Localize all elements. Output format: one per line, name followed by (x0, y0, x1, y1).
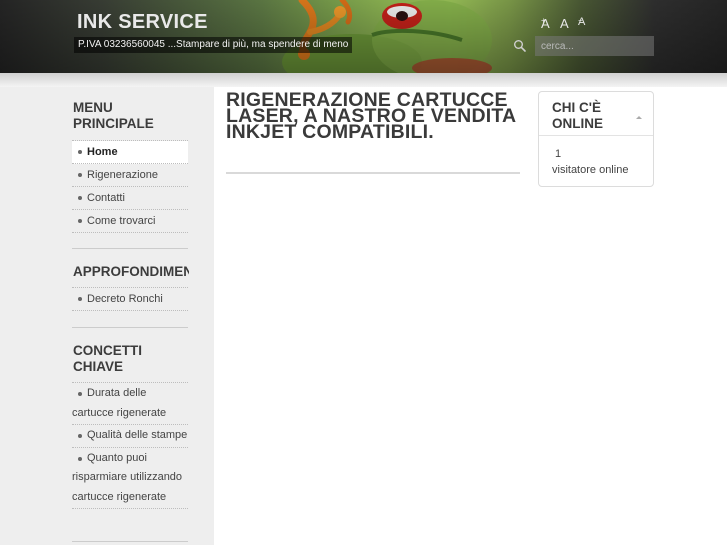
main-menu: Home Rigenerazione Contatti Come trovarc… (72, 140, 188, 233)
bullet-icon (78, 196, 82, 200)
font-increase-mark: + (541, 16, 546, 25)
module-divider (72, 248, 188, 249)
menu-item-contatti[interactable]: Contatti (72, 187, 188, 210)
menu-item-come-trovarci[interactable]: Come trovarci (72, 210, 188, 233)
bullet-icon (78, 297, 82, 301)
menu-item-label: Quanto puoi risparmiare utilizzando cart… (72, 451, 183, 503)
menu-item-label: Rigenerazione (87, 169, 158, 181)
site-header: INK SERVICE P.IVA 03236560045 ...Stampar… (0, 0, 727, 73)
menu-item-label: Home (87, 146, 118, 158)
menu-item-rigenerazione[interactable]: Rigenerazione (72, 164, 188, 187)
collapse-arrow-icon[interactable] (636, 116, 642, 119)
approfondimenti-menu: Decreto Ronchi (72, 287, 188, 311)
bullet-icon (78, 173, 82, 177)
main-menu-title: MENU PRINCIPALE (73, 100, 154, 131)
online-visitor-label: visitatore online (552, 164, 629, 176)
concetti-chiave-menu: Durata delle cartucce rigenerate Qualità… (72, 382, 188, 509)
concetti-chiave-title: CONCETTI CHIAVE (73, 343, 142, 374)
bullet-icon (78, 456, 82, 461)
approfondimenti-title: APPROFONDIMENTI (73, 264, 189, 279)
menu-item-label: Come trovarci (87, 215, 156, 227)
font-reset-button[interactable]: A (560, 16, 569, 31)
header-bottom-strip (0, 73, 727, 87)
bullet-icon (78, 150, 82, 154)
search-icon[interactable] (513, 39, 527, 53)
menu-item-label: Durata delle cartucce rigenerate (72, 387, 167, 419)
page-title: RIGENERAZIONE CARTUCCE LASER, A NASTRO E… (226, 89, 516, 143)
search-input[interactable] (535, 36, 654, 56)
bullet-icon (78, 434, 82, 438)
font-decrease-mark: − (578, 16, 583, 25)
whos-online-title: CHI C'È ONLINE (552, 100, 604, 131)
menu-item-decreto-ronchi[interactable]: Decreto Ronchi (72, 288, 188, 311)
module-divider (72, 327, 188, 328)
module-divider (72, 541, 188, 542)
bullet-icon (78, 392, 82, 396)
menu-item-label: Qualità delle stampe (87, 429, 188, 441)
menu-item-risparmio[interactable]: Quanto puoi risparmiare utilizzando cart… (72, 448, 188, 509)
whos-online-module: CHI C'È ONLINE 1 visitatore online (538, 91, 654, 187)
module-divider (539, 135, 653, 136)
menu-item-durata[interactable]: Durata delle cartucce rigenerate (72, 383, 188, 425)
site-slogan: P.IVA 03236560045 ...Stampare di più, ma… (74, 37, 353, 53)
site-logo-title[interactable]: INK SERVICE (77, 11, 208, 34)
title-underline (226, 172, 520, 174)
online-visitor-count: 1 (555, 148, 562, 160)
bullet-icon (78, 219, 82, 223)
menu-item-label: Contatti (87, 192, 125, 204)
menu-item-home[interactable]: Home (72, 141, 188, 164)
menu-item-qualita[interactable]: Qualità delle stampe (72, 425, 188, 448)
menu-item-label: Decreto Ronchi (87, 293, 163, 305)
